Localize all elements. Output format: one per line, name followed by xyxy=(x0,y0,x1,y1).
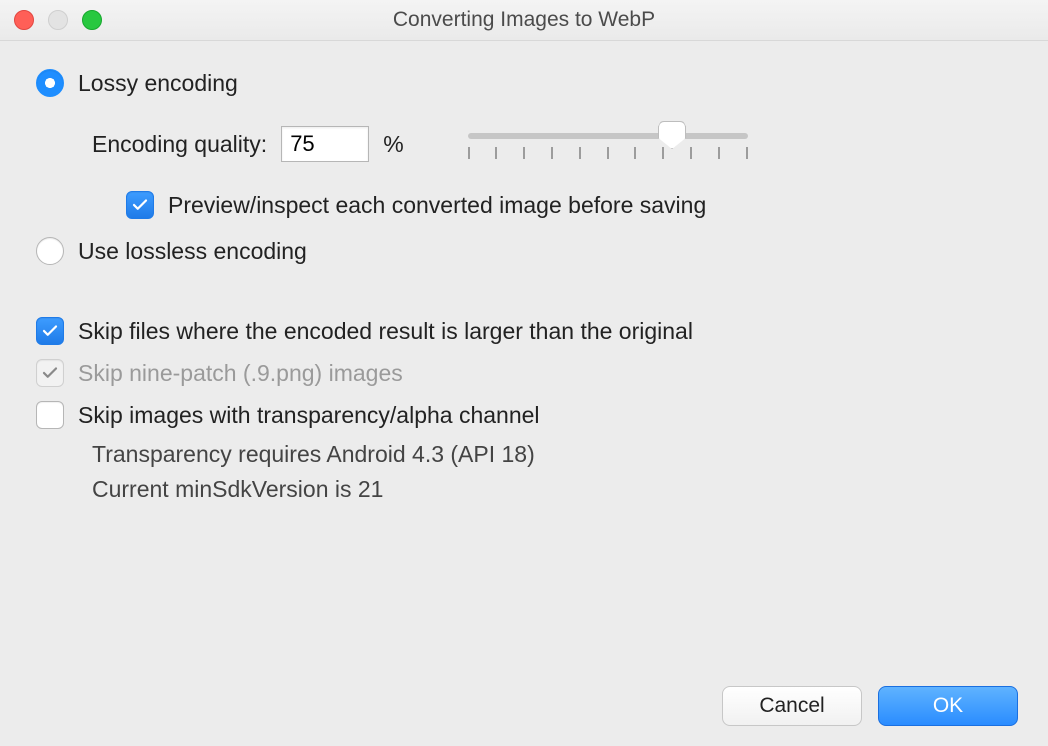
row-skip-ninepatch: Skip nine-patch (.9.png) images xyxy=(36,359,1012,387)
checkbox-skip-alpha[interactable] xyxy=(36,401,64,429)
slider-ticks xyxy=(468,147,748,159)
row-skip-alpha: Skip images with transparency/alpha chan… xyxy=(36,401,1012,429)
label-preview: Preview/inspect each converted image bef… xyxy=(168,192,706,219)
label-lossy-encoding: Lossy encoding xyxy=(78,70,238,97)
radio-lossy-encoding[interactable] xyxy=(36,69,64,97)
row-preview: Preview/inspect each converted image bef… xyxy=(126,191,1012,219)
slider-track xyxy=(468,133,748,139)
dialog-footer: Cancel OK xyxy=(722,686,1018,726)
encoding-quality-input[interactable] xyxy=(281,126,369,162)
row-lossy-encoding: Lossy encoding xyxy=(36,69,1012,97)
note-minsdk: Current minSdkVersion is 21 xyxy=(92,472,1012,507)
radio-lossless-encoding[interactable] xyxy=(36,237,64,265)
titlebar: Converting Images to WebP xyxy=(0,0,1048,41)
encoding-quality-slider[interactable] xyxy=(468,123,748,165)
window-controls xyxy=(14,10,102,30)
note-transparency-api: Transparency requires Android 4.3 (API 1… xyxy=(92,437,1012,472)
checkbox-skip-ninepatch xyxy=(36,359,64,387)
close-icon[interactable] xyxy=(14,10,34,30)
label-lossless-encoding: Use lossless encoding xyxy=(78,238,307,265)
window-title: Converting Images to WebP xyxy=(393,8,655,31)
label-skip-larger: Skip files where the encoded result is l… xyxy=(78,318,693,345)
cancel-button[interactable]: Cancel xyxy=(722,686,862,726)
checkbox-preview[interactable] xyxy=(126,191,154,219)
label-skip-ninepatch: Skip nine-patch (.9.png) images xyxy=(78,360,403,387)
row-skip-larger: Skip files where the encoded result is l… xyxy=(36,317,1012,345)
label-encoding-quality: Encoding quality: xyxy=(92,131,267,158)
row-lossless-encoding: Use lossless encoding xyxy=(36,237,1012,265)
label-quality-unit: % xyxy=(383,131,403,158)
label-skip-alpha: Skip images with transparency/alpha chan… xyxy=(78,402,540,429)
minimize-icon[interactable] xyxy=(48,10,68,30)
dialog-content: Lossy encoding Encoding quality: % Previ… xyxy=(0,41,1048,506)
zoom-icon[interactable] xyxy=(82,10,102,30)
row-encoding-quality: Encoding quality: % xyxy=(92,123,1012,165)
checkbox-skip-larger[interactable] xyxy=(36,317,64,345)
slider-thumb-icon[interactable] xyxy=(658,121,686,149)
ok-button[interactable]: OK xyxy=(878,686,1018,726)
